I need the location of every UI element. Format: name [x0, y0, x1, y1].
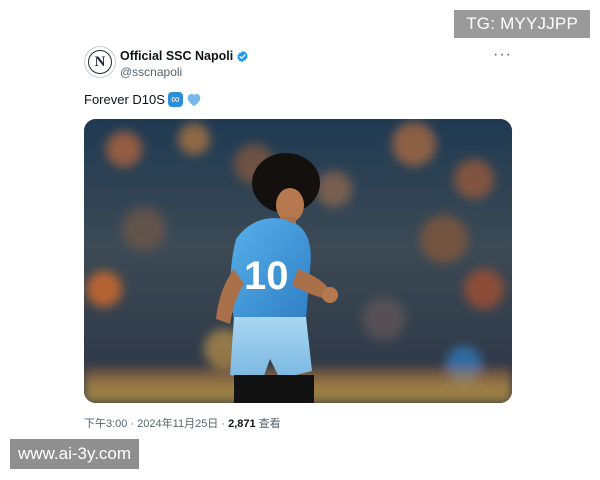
more-options-icon[interactable]: ···: [493, 46, 512, 64]
verified-badge-icon: [237, 50, 248, 62]
avatar[interactable]: N: [84, 46, 116, 78]
author-handle[interactable]: @sscnapoli: [120, 65, 182, 79]
author-name-row[interactable]: Official SSC Napoli: [120, 49, 249, 63]
views-label: 查看: [255, 418, 281, 430]
tweet-text-row: Forever D10S ∞: [84, 92, 512, 107]
player-photo-illustration: 10: [84, 119, 512, 403]
napoli-logo-icon: N: [88, 50, 112, 74]
blue-heart-icon: [187, 93, 201, 107]
views-count: 2,871: [228, 418, 256, 430]
shirt-number: 10: [244, 254, 289, 298]
tweet-timestamp[interactable]: 下午3:00 · 2024年11月25日 ·: [84, 418, 228, 430]
watermark-top: TG: MYYJJPP: [454, 10, 590, 38]
tweet-text: Forever D10S: [84, 92, 165, 107]
tweet-header: N Official SSC Napoli @sscnapoli ···: [84, 46, 512, 82]
author-name[interactable]: Official SSC Napoli: [120, 49, 233, 63]
watermark-bottom: www.ai-3y.com: [10, 439, 140, 469]
infinity-icon: ∞: [167, 92, 183, 107]
tweet-card[interactable]: N Official SSC Napoli @sscnapoli ··· For…: [84, 46, 512, 431]
tweet-photo[interactable]: 10: [84, 119, 512, 403]
tweet-meta: 下午3:00 · 2024年11月25日 · 2,871 查看: [84, 415, 512, 431]
